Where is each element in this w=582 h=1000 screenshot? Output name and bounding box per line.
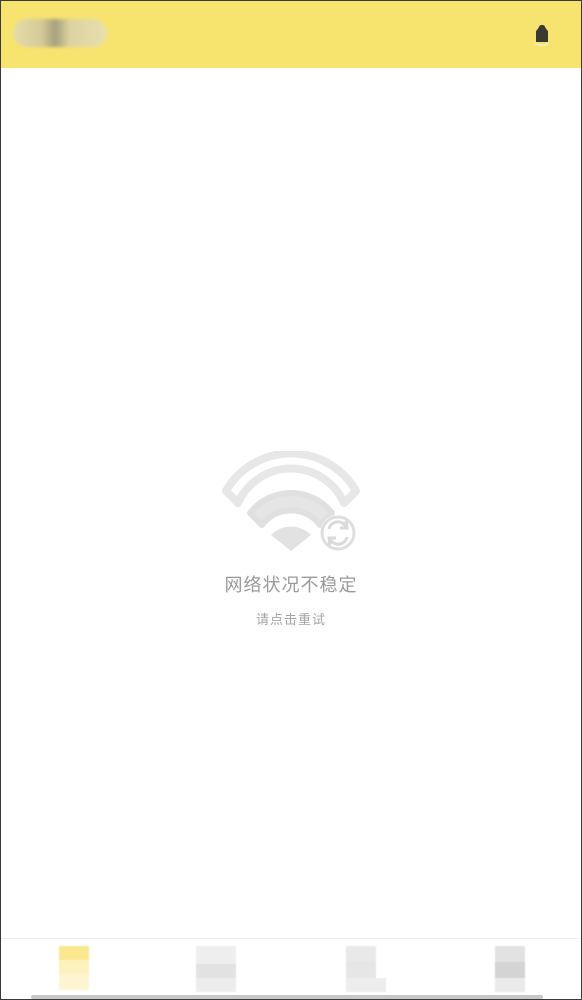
nav-item-3[interactable] [346,946,386,992]
blurred-tab-icon [346,946,386,992]
bell-icon-graphic [534,25,550,47]
error-title: 网络状况不稳定 [224,575,358,596]
home-indicator-bar [31,995,543,999]
blurred-title [13,19,107,47]
top-header-bar [1,1,581,68]
nav-item-4[interactable] [495,946,535,992]
bottom-navigation-bar [1,938,581,999]
nav-item-home[interactable] [59,946,99,992]
app-screen: 网络状况不稳定 请点击重试 [0,0,582,1000]
blurred-tab-icon [196,946,236,992]
blurred-tab-icon [495,946,535,992]
nav-item-2[interactable] [196,946,236,992]
notification-bell-icon[interactable] [525,19,559,53]
blurred-tab-icon [59,946,99,992]
wifi-refresh-icon [222,451,360,551]
network-error-panel[interactable]: 网络状况不稳定 请点击重试 [1,451,581,628]
retry-hint[interactable]: 请点击重试 [1,609,581,628]
